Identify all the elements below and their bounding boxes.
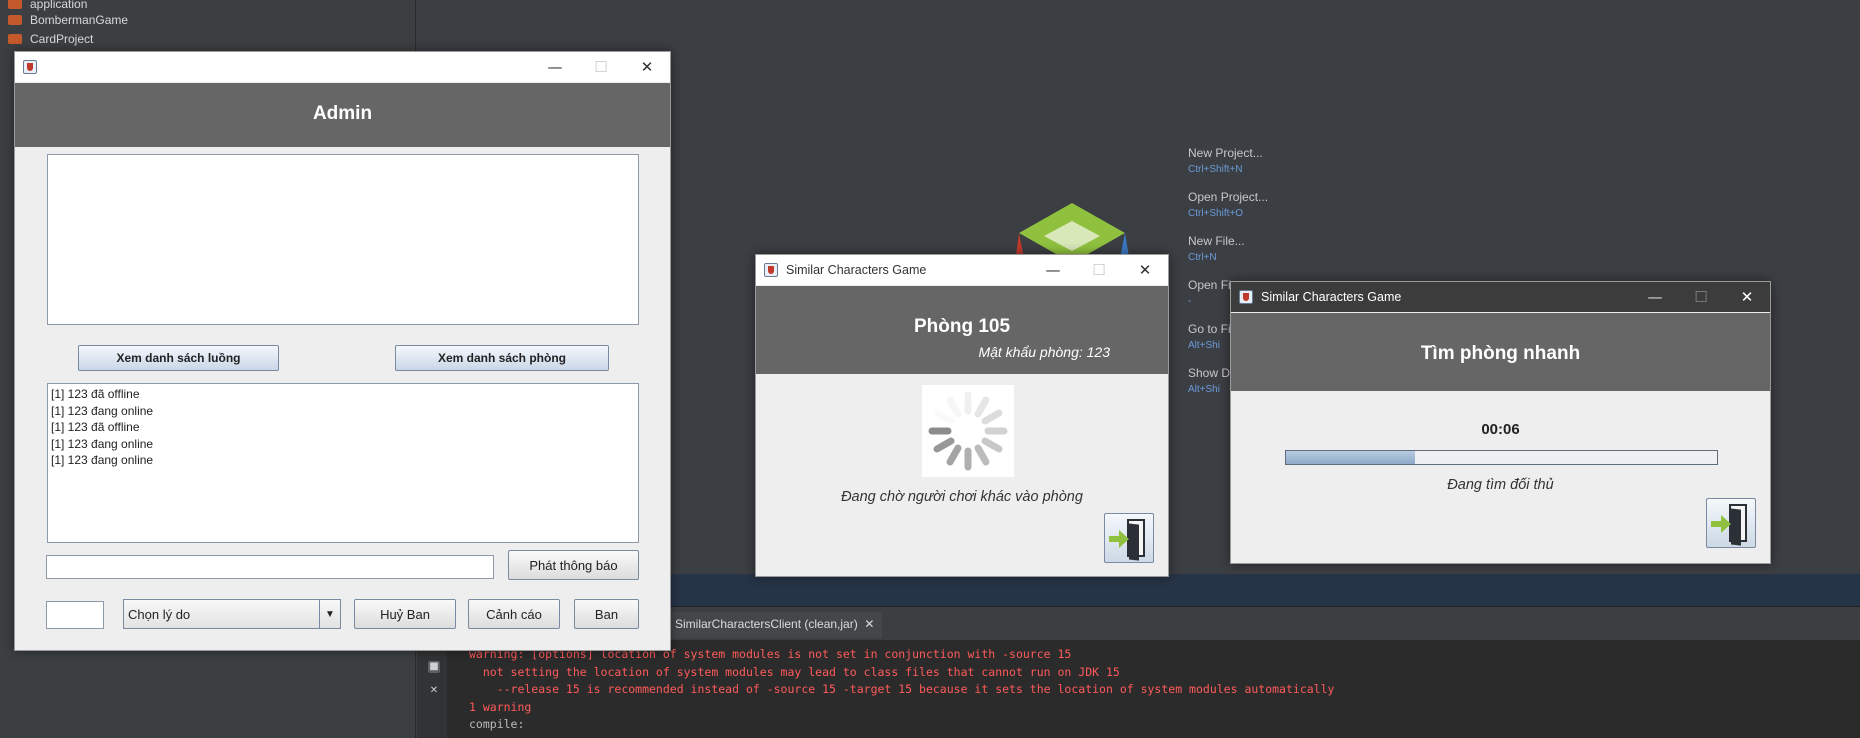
ban-button[interactable]: Ban bbox=[574, 599, 639, 629]
log-line: [1] 123 đang online bbox=[51, 403, 154, 418]
start-link-open-project[interactable]: Open Project... Ctrl+Shift+O bbox=[1188, 190, 1268, 219]
game-icon bbox=[764, 263, 778, 277]
view-threads-button[interactable]: Xem danh sách luồng bbox=[78, 345, 279, 371]
minimize-button[interactable]: — bbox=[1030, 255, 1076, 285]
loading-spinner-icon bbox=[922, 385, 1014, 477]
view-rooms-button[interactable]: Xem danh sách phòng bbox=[395, 345, 609, 371]
unban-button[interactable]: Huỷ Ban bbox=[354, 599, 456, 629]
project-item[interactable]: CardProject bbox=[8, 32, 93, 46]
admin-info-area[interactable] bbox=[47, 154, 639, 325]
broadcast-button[interactable]: Phát thông báo bbox=[508, 550, 639, 580]
tab-close-icon[interactable]: ✕ bbox=[864, 617, 874, 631]
start-link-new-file[interactable]: New File... Ctrl+N bbox=[1188, 234, 1245, 263]
log-area[interactable]: [1] 123 đã offline [1] 123 đang online [… bbox=[47, 383, 639, 543]
console-output: warning: [options] location of system mo… bbox=[469, 647, 1335, 731]
chevron-down-icon[interactable]: ▼ bbox=[319, 600, 340, 628]
minimize-button[interactable]: — bbox=[532, 52, 578, 82]
reason-select[interactable]: Chọn lý do ▼ bbox=[123, 599, 341, 629]
maximize-button[interactable]: ☐ bbox=[1678, 282, 1724, 312]
room-window: Similar Characters Game — ☐ ✕ Phòng 105 … bbox=[755, 254, 1169, 577]
project-icon bbox=[8, 0, 22, 9]
start-link-new-project[interactable]: New Project... Ctrl+Shift+N bbox=[1188, 146, 1263, 175]
admin-header: Admin bbox=[15, 83, 670, 147]
project-icon bbox=[8, 15, 22, 25]
player-id-input[interactable] bbox=[46, 601, 104, 629]
exit-room-button[interactable] bbox=[1104, 513, 1154, 563]
quick-find-header: Tìm phòng nhanh bbox=[1231, 313, 1770, 391]
java-icon bbox=[1239, 290, 1253, 304]
room-header: Phòng 105 Mật khẩu phòng: 123 bbox=[756, 286, 1168, 374]
close-button[interactable]: ✕ bbox=[624, 52, 670, 82]
admin-window: — ☐ ✕ Admin Xem danh sách luồng Xem danh… bbox=[14, 51, 671, 651]
room-title: Phòng 105 bbox=[913, 316, 1011, 337]
tab-output-similar-characters[interactable]: SimilarCharactersClient (clean,jar) ✕ bbox=[667, 612, 883, 638]
maximize-button[interactable]: ☐ bbox=[1076, 255, 1122, 285]
search-progress-bar bbox=[1285, 450, 1718, 465]
waiting-message: Đang chờ người chơi khác vào phòng bbox=[841, 489, 1083, 505]
room-titlebar: Similar Characters Game — ☐ ✕ bbox=[756, 255, 1168, 285]
quick-find-window: Similar Characters Game — ☐ ✕ Tìm phòng … bbox=[1230, 281, 1771, 564]
admin-titlebar: — ☐ ✕ bbox=[15, 52, 670, 82]
log-line: [1] 123 đã offline bbox=[51, 420, 140, 434]
room-password: Mật khẩu phòng: 123 bbox=[978, 344, 1110, 360]
warn-button[interactable]: Cảnh cáo bbox=[468, 599, 560, 629]
exit-door-icon bbox=[1711, 504, 1747, 546]
start-link-go-to-file[interactable]: Go to Fi Alt+Shi bbox=[1188, 322, 1231, 351]
exit-door-icon bbox=[1109, 519, 1145, 561]
project-icon bbox=[8, 34, 22, 44]
start-link-open-file[interactable]: Open Fi - bbox=[1188, 278, 1231, 307]
start-link-show-d[interactable]: Show D Alt+Shi bbox=[1188, 366, 1230, 395]
project-item[interactable]: BombermanGame bbox=[8, 13, 128, 27]
exit-search-button[interactable] bbox=[1706, 498, 1756, 548]
search-status: Đang tìm đối thủ bbox=[1447, 477, 1554, 493]
countdown-timer: 00:06 bbox=[1481, 421, 1520, 438]
tools-icon[interactable]: ✕ bbox=[428, 685, 440, 697]
log-line: [1] 123 đang online bbox=[51, 453, 154, 467]
admin-title: Admin bbox=[312, 103, 373, 124]
log-line: [1] 123 đang online bbox=[51, 436, 154, 451]
quick-find-titlebar: Similar Characters Game — ☐ ✕ bbox=[1231, 282, 1770, 312]
progress-fill bbox=[1286, 451, 1416, 464]
close-button[interactable]: ✕ bbox=[1122, 255, 1168, 285]
maximize-button[interactable]: ☐ bbox=[578, 52, 624, 82]
broadcast-input[interactable] bbox=[46, 555, 494, 579]
quick-find-title: Tìm phòng nhanh bbox=[1420, 343, 1581, 364]
close-button[interactable]: ✕ bbox=[1724, 282, 1770, 312]
stop-icon[interactable]: ■ bbox=[428, 661, 440, 673]
java-icon bbox=[23, 60, 37, 74]
project-item[interactable]: application bbox=[8, 0, 87, 11]
minimize-button[interactable]: — bbox=[1632, 282, 1678, 312]
log-line: [1] 123 đã offline bbox=[51, 387, 140, 401]
